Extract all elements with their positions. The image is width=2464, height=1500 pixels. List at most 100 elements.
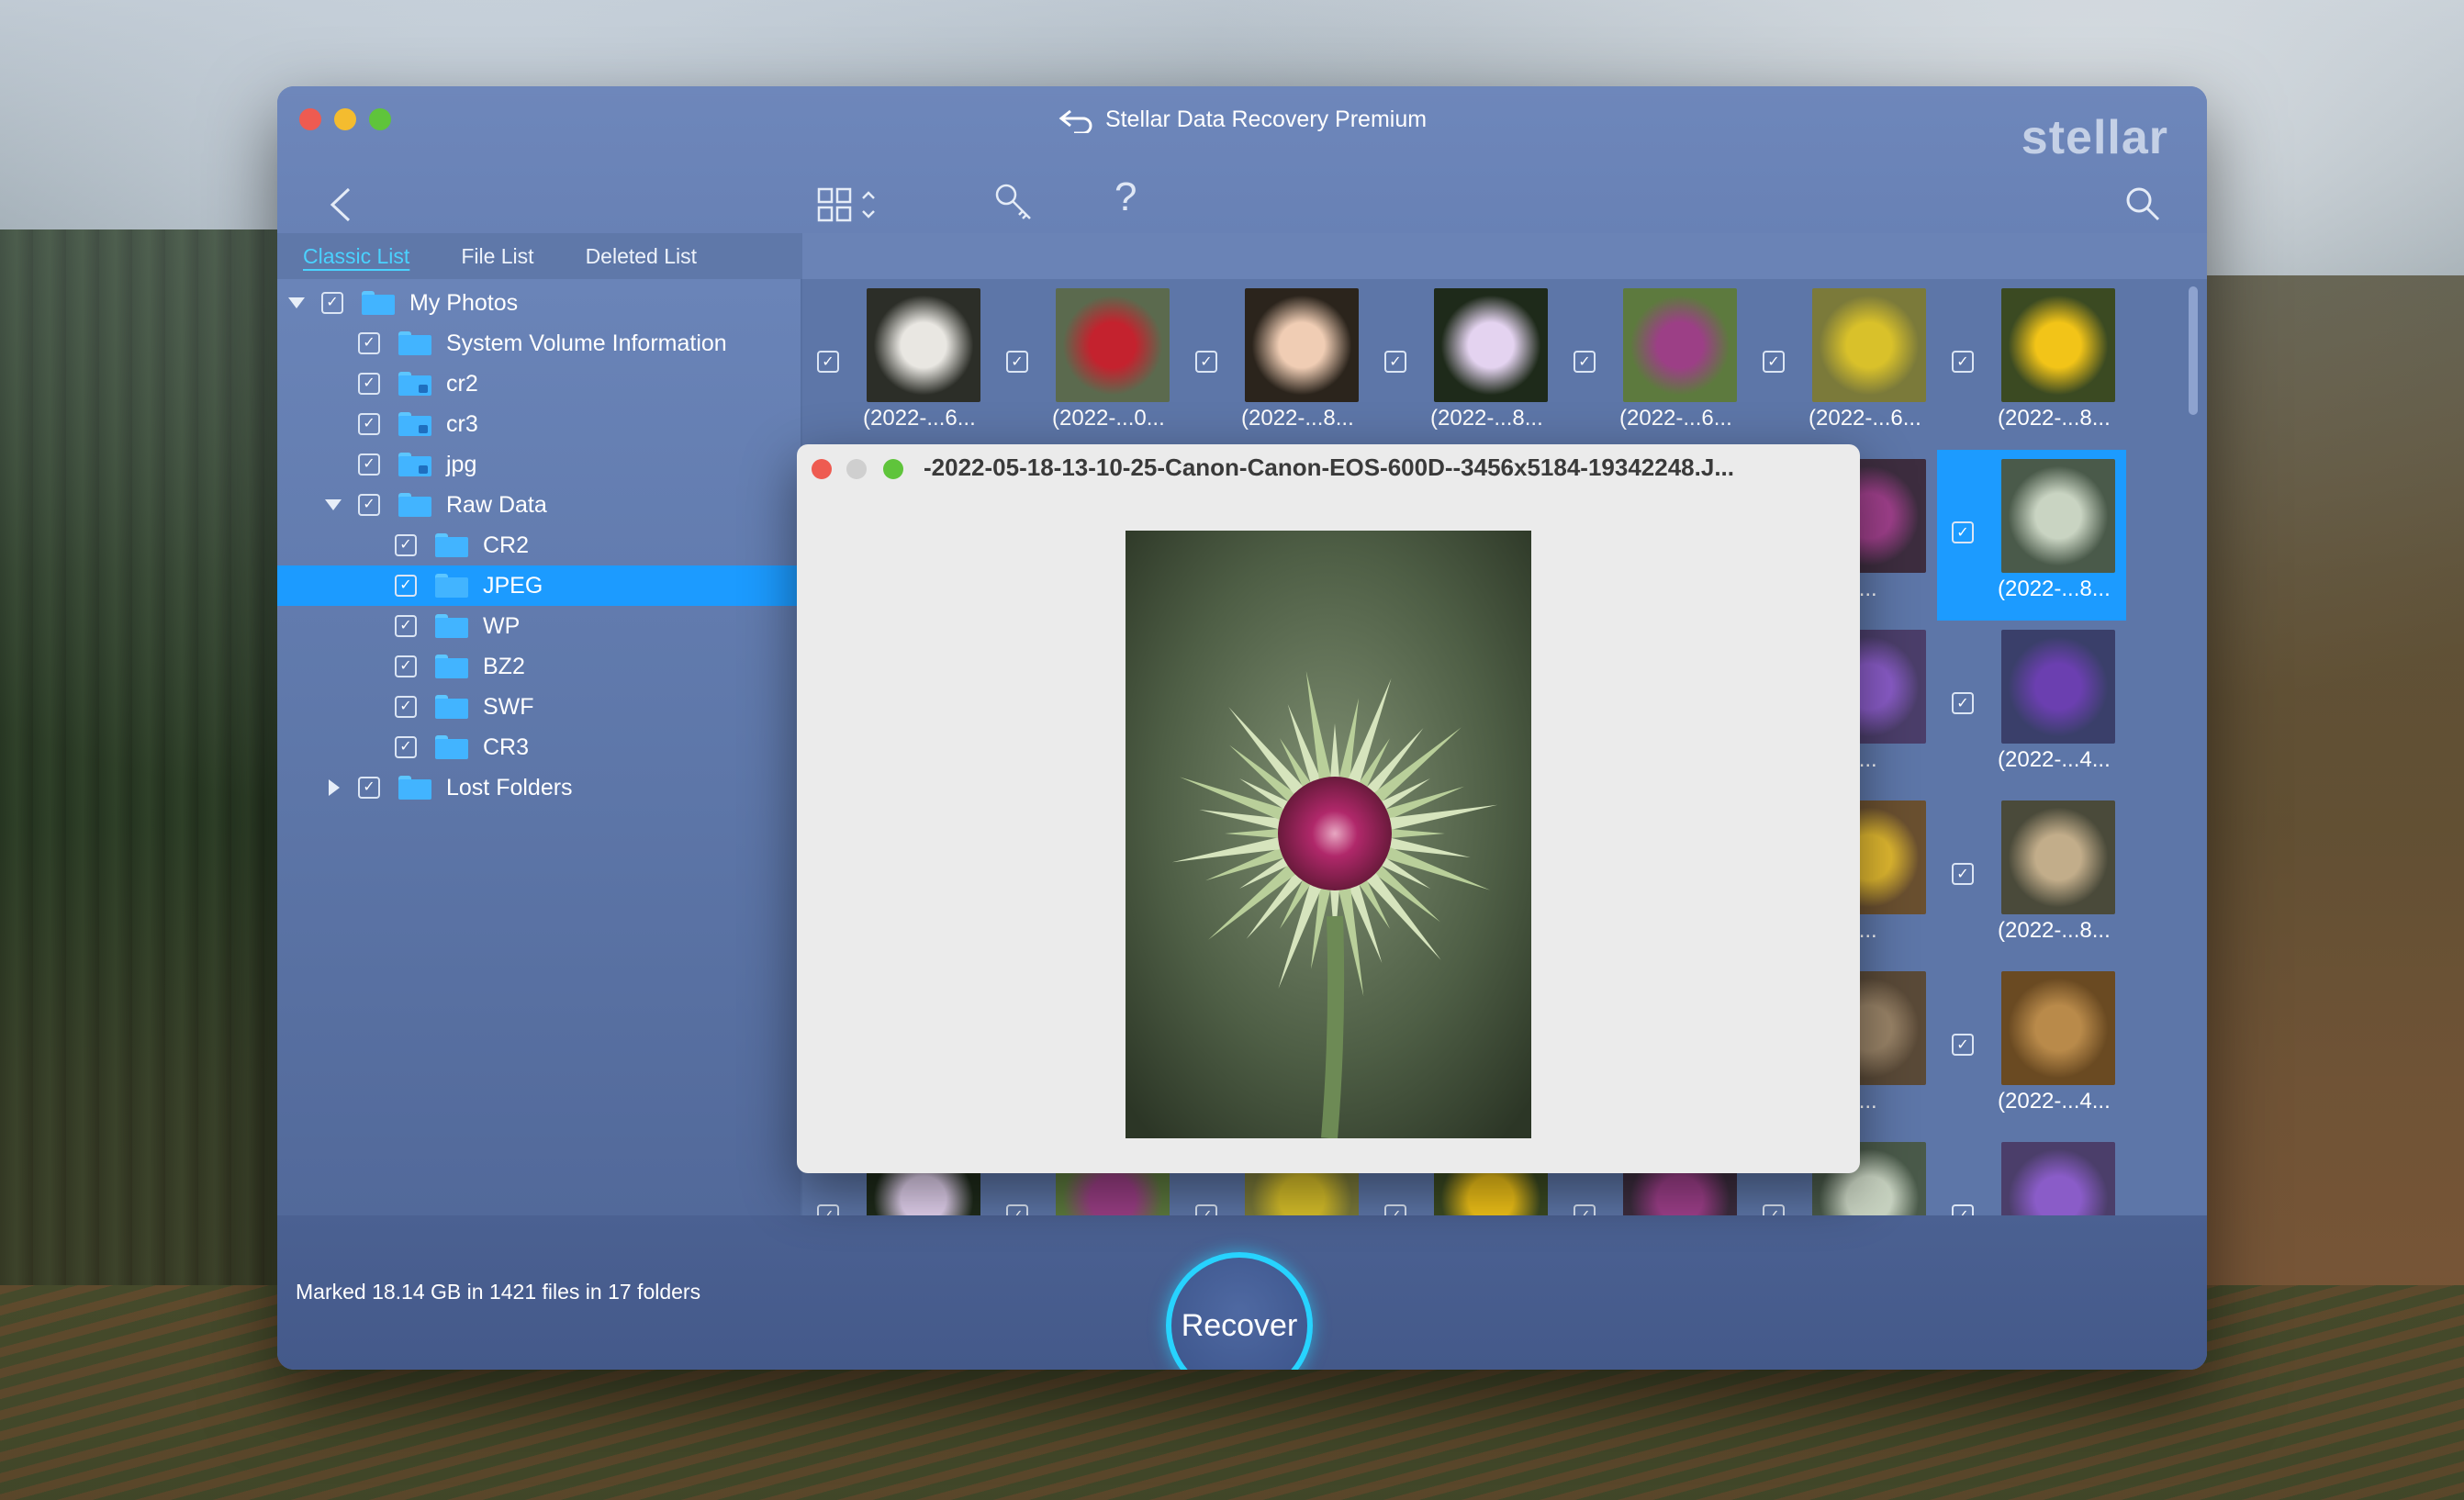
disclosure-collapsed-icon[interactable]: [329, 779, 340, 796]
thumbnail-item[interactable]: ✓: [1937, 1133, 2126, 1215]
thumbnail-item[interactable]: ✓ (2022-...8...: [1370, 279, 1559, 450]
checkbox-icon[interactable]: ✓: [358, 494, 380, 516]
tree-item-my-photos[interactable]: ✓ My Photos: [277, 283, 797, 323]
tree-item-label: Lost Folders: [446, 775, 573, 800]
checkbox-icon[interactable]: ✓: [1384, 1204, 1406, 1215]
checkbox-icon[interactable]: ✓: [1952, 1204, 1974, 1215]
checkbox-icon[interactable]: ✓: [817, 1204, 839, 1215]
thumbnail-label: (2022-...6...: [1809, 406, 1921, 431]
folder-icon: [398, 331, 431, 355]
preview-close-button[interactable]: [812, 459, 832, 479]
checkbox-icon[interactable]: ✓: [358, 777, 380, 799]
back-icon[interactable]: [327, 185, 354, 229]
checkbox-icon[interactable]: ✓: [395, 615, 417, 637]
checkbox-icon[interactable]: ✓: [358, 453, 380, 476]
checkbox-icon[interactable]: ✓: [1952, 863, 1974, 885]
checkbox-icon[interactable]: ✓: [358, 373, 380, 395]
photo-thumbnail: [2001, 800, 2115, 914]
disclosure-expanded-icon[interactable]: [325, 499, 342, 510]
thumbnail-item[interactable]: ✓ (2022-...8...: [1937, 450, 2126, 621]
checkbox-icon[interactable]: ✓: [321, 292, 343, 314]
background-trees: [0, 229, 294, 1285]
thumbnail-item[interactable]: ✓ (2022-...4...: [1937, 962, 2126, 1133]
checkbox-icon[interactable]: ✓: [395, 696, 417, 718]
checkbox-icon[interactable]: ✓: [358, 413, 380, 435]
checkbox-icon[interactable]: ✓: [817, 351, 839, 373]
checkbox-icon[interactable]: ✓: [395, 575, 417, 597]
brand-logo: stellar: [2021, 111, 2168, 164]
background-vineyard: [2189, 275, 2464, 1285]
tree-item-swf[interactable]: ✓ SWF: [277, 687, 797, 727]
checkbox-icon[interactable]: ✓: [1574, 351, 1596, 373]
photo-thumbnail: [2001, 630, 2115, 744]
tree-item-jpeg[interactable]: ✓ JPEG: [277, 565, 797, 606]
checkbox-icon[interactable]: ✓: [1006, 351, 1028, 373]
tab-file-list[interactable]: File List: [435, 233, 559, 279]
tree-item-lost-folders[interactable]: ✓ Lost Folders: [277, 767, 797, 808]
recover-button[interactable]: Recover: [1166, 1252, 1313, 1370]
tab-classic-list[interactable]: Classic List: [277, 233, 435, 279]
preview-minimize-button: [846, 459, 867, 479]
checkbox-icon[interactable]: ✓: [1952, 521, 1974, 543]
folder-icon: [435, 574, 468, 598]
tree-item-label: cr2: [446, 371, 478, 397]
status-text: Marked 18.14 GB in 1421 files in 17 fold…: [296, 1280, 701, 1304]
search-icon[interactable]: [2124, 185, 2161, 227]
tree-item-label: WP: [483, 613, 521, 639]
locked-folder-icon: [398, 453, 431, 476]
thumbnail-item[interactable]: ✓ (2022-...6...: [802, 279, 991, 450]
checkbox-icon[interactable]: ✓: [1952, 351, 1974, 373]
thumbnail-item[interactable]: ✓ (2022-...8...: [1937, 791, 2126, 962]
tree-item-cr2[interactable]: ✓ CR2: [277, 525, 797, 565]
checkbox-icon[interactable]: ✓: [358, 332, 380, 354]
preview-title: -2022-05-18-13-10-25-Canon-Canon-EOS-600…: [924, 453, 1734, 481]
checkbox-icon[interactable]: ✓: [1006, 1204, 1028, 1215]
tree-item-label: System Volume Information: [446, 330, 727, 356]
folder-icon: [362, 291, 395, 315]
thumbnail-item[interactable]: ✓ (2022-...6...: [1748, 279, 1937, 450]
thumbnail-item[interactable]: ✓ (2022-...6...: [1559, 279, 1748, 450]
tree-item-system-volume-information[interactable]: ✓ System Volume Information: [277, 323, 797, 364]
checkbox-icon[interactable]: ✓: [1763, 1204, 1785, 1215]
tab-deleted-list[interactable]: Deleted List: [560, 233, 722, 279]
grid-scrollbar[interactable]: [2189, 286, 2198, 415]
thumbnail-label: (2022-...8...: [1998, 406, 2111, 431]
thumbnail-label: (2022-...8...: [1430, 406, 1543, 431]
tree-item-raw-data[interactable]: ✓ Raw Data: [277, 485, 797, 525]
checkbox-icon[interactable]: ✓: [1763, 351, 1785, 373]
tree-item-cr2[interactable]: ✓ cr2: [277, 364, 797, 404]
key-icon[interactable]: [993, 182, 1034, 227]
thumbnail-label: (2022-...8...: [1998, 576, 2111, 601]
checkbox-icon[interactable]: ✓: [395, 736, 417, 758]
tree-item-wp[interactable]: ✓ WP: [277, 606, 797, 646]
tree-item-label: jpg: [446, 452, 477, 477]
tree-item-label: My Photos: [409, 290, 519, 316]
grid-view-icon[interactable]: [817, 185, 890, 230]
thumbnail-label: (2022-...4...: [1998, 747, 2111, 772]
tree-item-bz2[interactable]: ✓ BZ2: [277, 646, 797, 687]
photo-thumbnail: [1245, 288, 1359, 402]
tree-item-cr3[interactable]: ✓ CR3: [277, 727, 797, 767]
preview-zoom-button[interactable]: [883, 459, 903, 479]
checkbox-icon[interactable]: ✓: [1574, 1204, 1596, 1215]
checkbox-icon[interactable]: ✓: [1195, 1204, 1217, 1215]
help-icon[interactable]: ?: [1114, 174, 1137, 220]
locked-folder-icon: [398, 412, 431, 436]
checkbox-icon[interactable]: ✓: [1195, 351, 1217, 373]
preview-title-bar: -2022-05-18-13-10-25-Canon-Canon-EOS-600…: [797, 444, 1860, 494]
tree-item-jpg[interactable]: ✓ jpg: [277, 444, 797, 485]
folder-icon: [435, 735, 468, 759]
photo-thumbnail: [1434, 288, 1548, 402]
folder-icon: [435, 695, 468, 719]
thumbnail-item[interactable]: ✓ (2022-...0...: [991, 279, 1181, 450]
thumbnail-item[interactable]: ✓ (2022-...4...: [1937, 621, 2126, 791]
checkbox-icon[interactable]: ✓: [1952, 692, 1974, 714]
thumbnail-item[interactable]: ✓ (2022-...8...: [1181, 279, 1370, 450]
checkbox-icon[interactable]: ✓: [395, 534, 417, 556]
thumbnail-item[interactable]: ✓ (2022-...8...: [1937, 279, 2126, 450]
checkbox-icon[interactable]: ✓: [395, 655, 417, 677]
tree-item-cr3[interactable]: ✓ cr3: [277, 404, 797, 444]
checkbox-icon[interactable]: ✓: [1952, 1034, 1974, 1056]
disclosure-expanded-icon[interactable]: [288, 297, 305, 308]
checkbox-icon[interactable]: ✓: [1384, 351, 1406, 373]
